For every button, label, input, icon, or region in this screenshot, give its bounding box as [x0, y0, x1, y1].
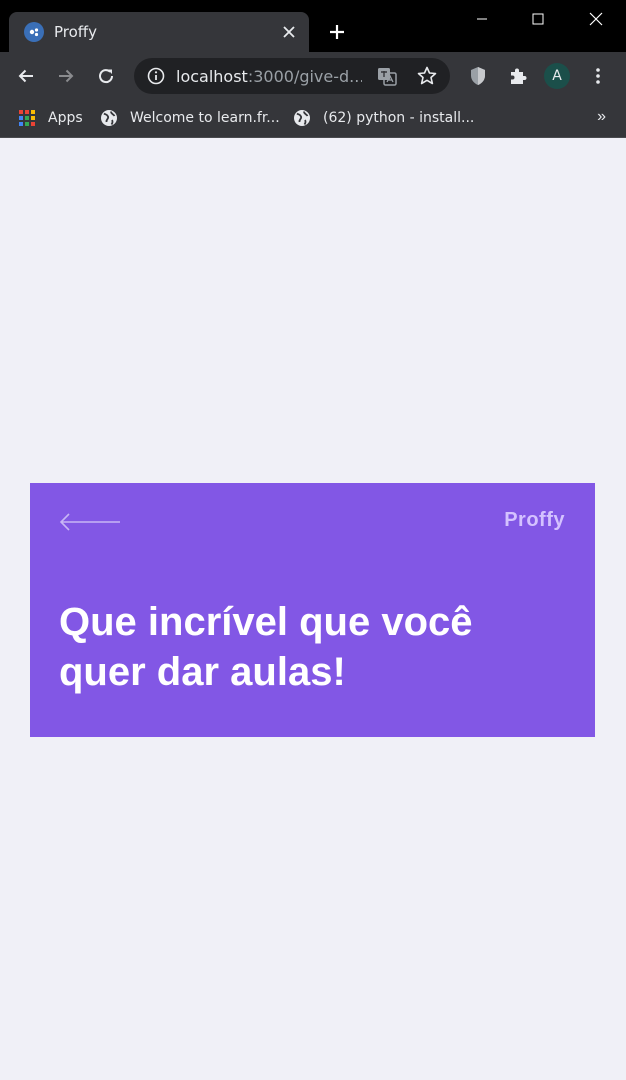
new-tab-plus-icon[interactable]	[324, 19, 350, 45]
back-arrow-icon[interactable]	[58, 511, 122, 533]
browser-tab[interactable]: Proffy	[9, 12, 309, 52]
bookmark-label: (62) python - install...	[323, 110, 475, 126]
back-icon[interactable]	[12, 62, 40, 90]
translate-icon[interactable]	[376, 65, 398, 87]
profile-avatar[interactable]: A	[544, 63, 570, 89]
bookmark-python[interactable]: (62) python - install...	[293, 107, 474, 129]
maximize-icon[interactable]	[523, 6, 553, 32]
reload-icon[interactable]	[92, 62, 120, 90]
bookmark-label: Welcome to learn.fr...	[130, 110, 280, 126]
tab-title: Proffy	[54, 23, 98, 41]
url-path: :3000/give-d...	[247, 67, 362, 86]
page-header: Proffy Que incrível que você quer dar au…	[30, 483, 595, 737]
bookmarks-bar: Apps Welcome to learn.fr... (62) python …	[0, 100, 626, 138]
url-host: localhost	[176, 67, 248, 86]
url-text[interactable]: localhost:3000/give-d...	[176, 67, 362, 86]
bookmark-star-icon[interactable]	[416, 65, 438, 87]
browser-toolbar: localhost:3000/give-d... A	[0, 52, 626, 100]
globe-icon	[293, 109, 311, 127]
apps-grid-icon	[18, 109, 36, 127]
extensions-puzzle-icon[interactable]	[504, 62, 532, 90]
bookmark-learn[interactable]: Welcome to learn.fr...	[100, 107, 280, 129]
close-window-icon[interactable]	[581, 6, 611, 32]
shield-extension-icon[interactable]	[464, 62, 492, 90]
page-viewport: Proffy Que incrível que você quer dar au…	[0, 139, 626, 1080]
bookmark-apps[interactable]: Apps	[18, 107, 83, 129]
page-title: Que incrível que você quer dar aulas!	[59, 600, 473, 694]
browser-title-bar: Proffy	[0, 0, 626, 52]
proffy-favicon-icon	[24, 22, 44, 42]
globe-icon	[100, 109, 118, 127]
browser-menu-icon[interactable]	[584, 62, 612, 90]
address-bar[interactable]: localhost:3000/give-d...	[134, 58, 450, 94]
proffy-logo: Proffy	[504, 509, 565, 531]
bookmark-label: Apps	[48, 110, 83, 126]
site-info-icon[interactable]	[146, 66, 166, 86]
bookmarks-overflow-chevron-icon[interactable]: »	[597, 108, 606, 126]
tab-close-icon[interactable]	[279, 22, 299, 42]
forward-icon[interactable]	[52, 62, 80, 90]
minimize-icon[interactable]	[467, 6, 497, 32]
